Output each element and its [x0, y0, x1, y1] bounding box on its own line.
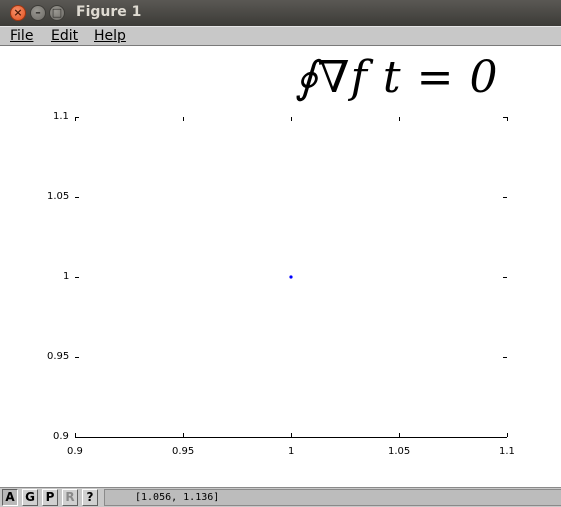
- x-tick-label: 1: [288, 446, 295, 457]
- x-tick-label: 1.05: [388, 446, 411, 457]
- status-button-p[interactable]: P: [42, 489, 58, 506]
- menu-help[interactable]: Help: [94, 28, 126, 44]
- status-button-r[interactable]: R: [62, 489, 78, 506]
- y-tick-label: 1.1: [53, 111, 69, 122]
- menu-file[interactable]: File: [10, 28, 33, 44]
- menu-edit[interactable]: Edit: [51, 28, 78, 44]
- status-button-help[interactable]: ?: [82, 489, 98, 506]
- menu-edit-label: Edit: [51, 28, 79, 44]
- cursor-coordinates: [1.056, 1.136]: [104, 489, 561, 506]
- menu-file-label: File: [10, 28, 34, 44]
- plot-area[interactable]: [0, 46, 561, 487]
- status-button-g[interactable]: G: [22, 489, 38, 506]
- window-titlebar[interactable]: × – □ Figure 1: [0, 0, 561, 26]
- close-window-button[interactable]: ×: [10, 5, 26, 21]
- minimize-window-button[interactable]: –: [30, 5, 46, 21]
- status-button-a[interactable]: A: [2, 489, 18, 506]
- window-title: Figure 1: [76, 4, 142, 20]
- y-tick-label: 0.95: [47, 351, 70, 362]
- menu-bar: File Edit Help: [0, 26, 561, 46]
- plot-canvas[interactable]: ∮∇f t = 0 0.9 0.95 1 1.05 1.1 1.1 1.05 1 0.95 0.9: [0, 46, 561, 487]
- y-tick-label: 1.05: [47, 191, 70, 202]
- menu-help-label: Help: [94, 28, 126, 44]
- maximize-window-button[interactable]: □: [49, 5, 65, 21]
- data-point: [289, 275, 293, 279]
- y-tick-label: 1: [63, 271, 70, 282]
- x-tick-label: 1.1: [499, 446, 515, 457]
- x-tick-label: 0.9: [67, 446, 83, 457]
- y-tick-label: 0.9: [53, 431, 69, 442]
- x-tick-label: 0.95: [172, 446, 195, 457]
- status-bar: A G P R ? [1.056, 1.136]: [0, 487, 561, 507]
